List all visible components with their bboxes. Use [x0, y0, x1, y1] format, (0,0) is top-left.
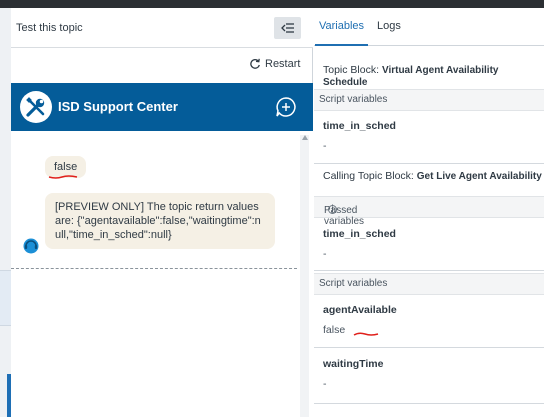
- app-root: Test this topic Restart ISD Support Cent…: [0, 0, 544, 417]
- variable-name: time_in_sched: [323, 228, 396, 240]
- chat-title: ISD Support Center: [58, 99, 178, 114]
- info-icon[interactable]: i: [328, 205, 337, 215]
- new-chat-icon[interactable]: [274, 95, 298, 119]
- calling-topic-value: Get Live Agent Availability: [416, 171, 542, 182]
- active-tab-indicator: [315, 44, 368, 46]
- collapse-panel-button[interactable]: [274, 17, 301, 39]
- topic-block-label: Topic Block:: [323, 64, 380, 76]
- restart-label: Restart: [265, 58, 301, 70]
- chat-header: ISD Support Center: [11, 83, 313, 131]
- annotation-underline: [48, 175, 78, 179]
- variable-value: -: [323, 248, 327, 260]
- restart-icon: [250, 58, 260, 69]
- collapse-panel-icon: [280, 23, 294, 33]
- variable-name: waitingTime: [323, 358, 384, 370]
- divider: [314, 347, 544, 348]
- test-topic-header: Test this topic: [11, 8, 313, 48]
- topic-block-line: Topic Block: Virtual Agent Availability …: [323, 64, 544, 88]
- variable-value: false: [323, 324, 346, 336]
- tab-variables[interactable]: Variables: [319, 20, 364, 32]
- panel-title: Test this topic: [16, 22, 83, 34]
- divider: [314, 270, 544, 271]
- message-text: false: [54, 161, 78, 173]
- background-page-edge: [0, 8, 11, 417]
- tab-logs[interactable]: Logs: [377, 20, 401, 32]
- annotation-underline: [353, 332, 379, 336]
- message-bubble: false: [45, 156, 87, 179]
- restart-button[interactable]: Restart: [249, 58, 300, 70]
- chat-scrollbar[interactable]: [300, 135, 309, 417]
- calling-topic-line: Calling Topic Block: Get Live Agent Avai…: [323, 170, 542, 182]
- debug-tabs: Variables Logs: [314, 8, 544, 46]
- bot-avatar-icon: [23, 238, 39, 254]
- variable-name: agentAvailable: [323, 304, 397, 316]
- scroll-up-arrow[interactable]: [302, 135, 308, 140]
- divider: [314, 163, 544, 164]
- message-text: [PREVIEW ONLY] The topic return values a…: [55, 201, 261, 241]
- script-variables-header: Script variables: [314, 89, 544, 111]
- divider: [314, 403, 544, 404]
- message-bubble: [PREVIEW ONLY] The topic return values a…: [45, 193, 275, 249]
- chat-transcript: false [PREVIEW ONLY] The topic return va…: [11, 131, 313, 417]
- passed-variables-header: Passed variables i: [314, 196, 544, 227]
- variable-value: -: [323, 140, 327, 152]
- variable-value: -: [323, 378, 327, 390]
- section-header-label: Script variables: [319, 278, 388, 289]
- conversation-end-divider: [11, 268, 297, 269]
- debug-panel: Variables Logs Topic Block: Virtual Agen…: [314, 8, 544, 417]
- background-highlight: [0, 270, 11, 326]
- wrench-screwdriver-icon: [26, 97, 45, 117]
- section-header-label: Script variables: [319, 94, 388, 105]
- top-bar: [0, 0, 544, 8]
- chat-logo: [20, 91, 52, 123]
- script-variables-header: Script variables: [314, 273, 544, 295]
- variable-name: time_in_sched: [323, 120, 396, 132]
- calling-topic-label: Calling Topic Block:: [323, 170, 414, 182]
- test-topic-panel: Test this topic Restart ISD Support Cent…: [11, 8, 313, 417]
